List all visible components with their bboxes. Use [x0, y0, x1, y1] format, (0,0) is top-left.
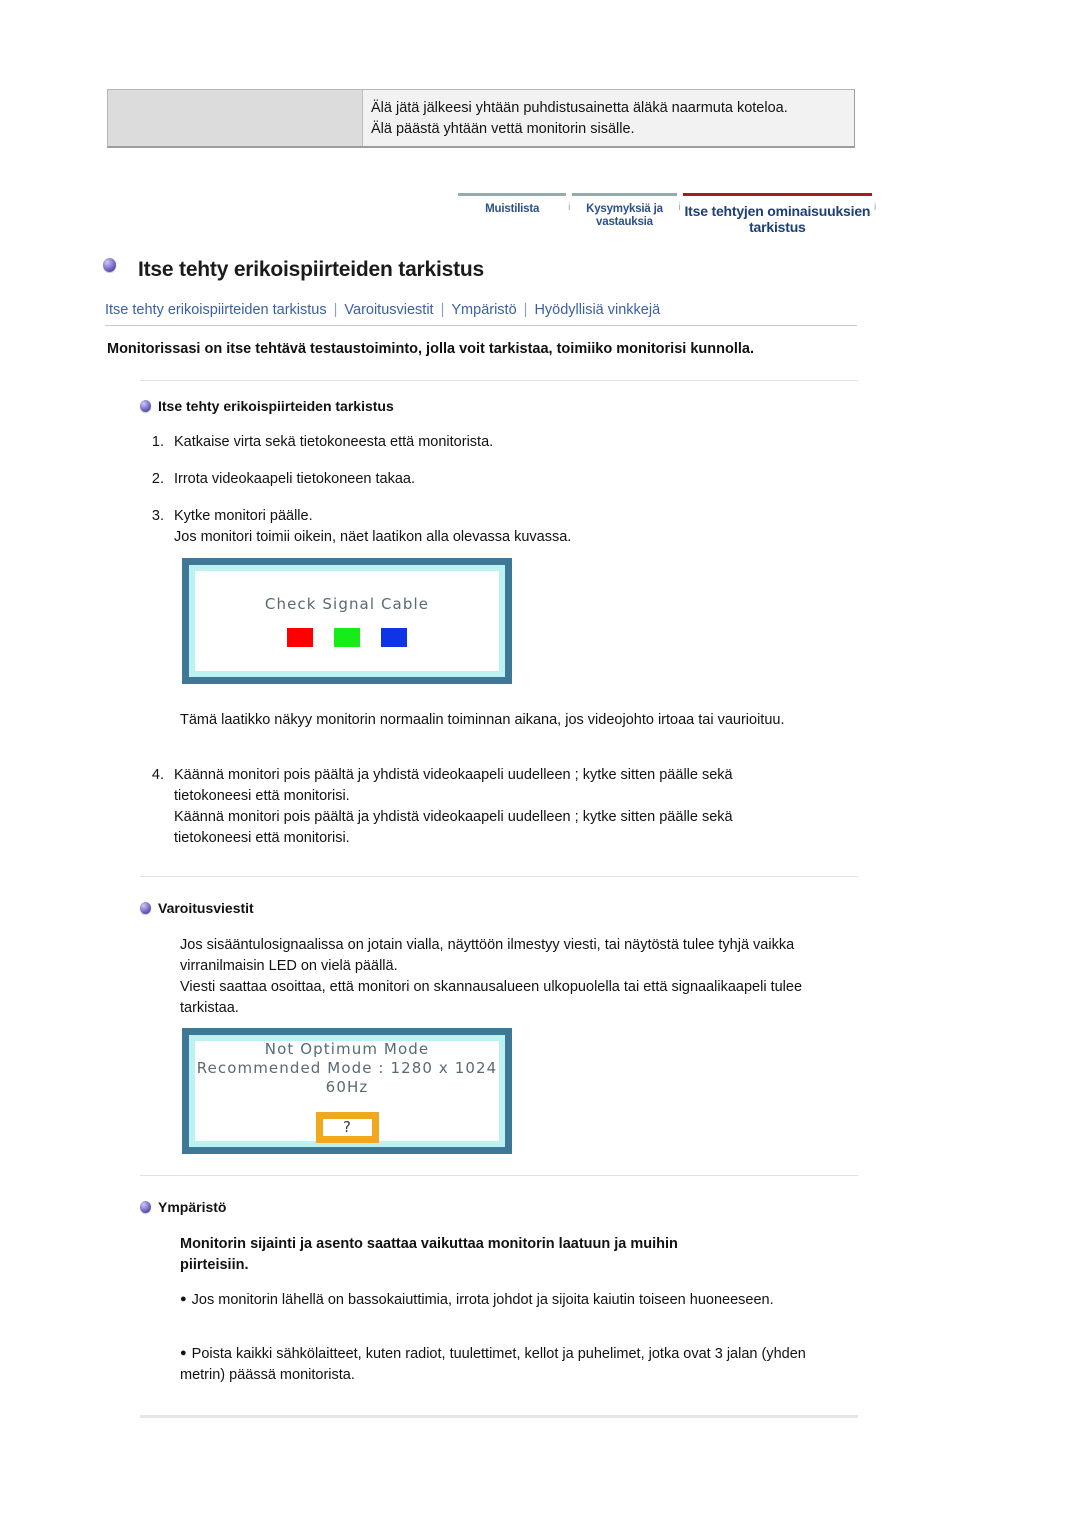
caution-text-line-2: Älä päästä yhtään vettä monitorin sisäll…	[371, 121, 635, 137]
warning-messages-paragraph-1: Jos sisääntulosignaalissa on jotain vial…	[180, 937, 795, 974]
tab-kysymyksia-ja-vastauksia[interactable]: Kysymyksiä ja vastauksia	[572, 193, 677, 229]
purple-sphere-icon	[140, 400, 151, 412]
lead-paragraph: Monitorissasi on itse tehtävä testaustoi…	[107, 341, 754, 357]
page-title: Itse tehty erikoispiirteiden tarkistus	[138, 258, 485, 281]
subnav-link-environment[interactable]: Ympäristö	[451, 302, 516, 318]
list-item-text-line-1: Kytke monitori päälle.	[174, 508, 313, 524]
environment-intro: Monitorin sijainti ja asento saattaa vai…	[180, 1236, 678, 1273]
osd-screen: Not Optimum Mode Recommended Mode : 1280…	[189, 1035, 505, 1147]
list-item-text-line-1: Käännä monitori pois päältä ja yhdistä v…	[174, 767, 733, 804]
caution-table-left-cell	[108, 90, 363, 146]
environment-bullet-1: ● Jos monitorin lähellä on bassokaiuttimi…	[180, 1289, 800, 1311]
self-test-steps-list: 1. Katkaise virta sekä tietokoneesta ett…	[148, 432, 860, 564]
list-item-text: Katkaise virta sekä tietokoneesta että m…	[174, 434, 494, 450]
blue-swatch	[381, 628, 407, 647]
osd-line-1: Not Optimum Mode	[264, 1039, 430, 1058]
tab-muistilista[interactable]: Muistilista	[458, 193, 567, 216]
subnav-link-warning-messages[interactable]: Varoitusviestit	[344, 302, 433, 318]
list-item: 1. Katkaise virta sekä tietokoneesta ett…	[148, 432, 860, 453]
environment-bullet-2-text: Poista kaikki sähkölaitteet, kuten radio…	[180, 1346, 806, 1383]
environment-bullet-2: ● Poista kaikki sähkölaitteet, kuten radi…	[180, 1343, 808, 1386]
osd-line-2: Recommended Mode : 1280 x 1024 60Hz	[196, 1058, 498, 1096]
purple-sphere-icon	[103, 258, 116, 272]
caution-table: Älä jätä jälkeesi yhtään puhdistusainett…	[107, 89, 855, 148]
divider-before-environment	[140, 1175, 858, 1176]
section-heading-self-test: Itse tehty erikoispiirteiden tarkistus	[140, 398, 394, 414]
caution-table-right-cell: Älä jätä jälkeesi yhtään puhdistusainett…	[363, 90, 854, 146]
purple-sphere-icon	[140, 902, 151, 914]
bullet-dot-icon: ●	[180, 1347, 187, 1359]
green-swatch	[334, 628, 360, 647]
subnav-separator-3: |	[523, 302, 528, 318]
section-heading-environment: Ympäristö	[140, 1199, 226, 1215]
section-heading-label: Varoitusviestit	[158, 900, 254, 916]
section-heading-label: Itse tehty erikoispiirteiden tarkistus	[158, 398, 394, 414]
self-test-note: Tämä laatikko näkyy monitorin normaalin …	[180, 712, 785, 728]
divider-before-warning-messages	[140, 876, 858, 877]
subnav-separator-2: |	[440, 302, 445, 318]
self-test-step-4: 4. Käännä monitori pois päältä ja yhdist…	[148, 765, 860, 865]
subnav-link-useful-tips[interactable]: Hyödyllisiä vinkkejä	[534, 302, 660, 318]
list-item: 3. Kytke monitori päälle. Jos monitori t…	[148, 506, 860, 548]
question-mark-box: ?	[315, 1111, 379, 1143]
list-item: 2. Irrota videokaapeli tietokoneen takaa…	[148, 469, 860, 490]
list-item-number: 4.	[151, 767, 164, 783]
list-item-number: 2.	[151, 471, 164, 487]
osd-not-optimum-mode: Not Optimum Mode Recommended Mode : 1280…	[182, 1028, 512, 1154]
divider-top	[140, 380, 858, 381]
osd-check-signal-cable: Check Signal Cable	[182, 558, 512, 684]
list-item: 4. Käännä monitori pois päältä ja yhdist…	[148, 765, 860, 849]
page-title-row: Itse tehty erikoispiirteiden tarkistus	[103, 258, 484, 282]
osd-screen: Check Signal Cable	[189, 565, 505, 677]
osd-title-check-signal-cable: Check Signal Cable	[264, 595, 430, 613]
list-item-text-line-2: Jos monitori toimii oikein, näet laatiko…	[174, 529, 572, 545]
red-swatch	[287, 628, 313, 647]
list-item-text: Käännä monitori pois päältä ja yhdistä v…	[174, 765, 860, 849]
bullet-dot-icon: ●	[180, 1293, 187, 1305]
tab-separator-3: i	[873, 202, 877, 213]
purple-sphere-icon	[140, 1201, 151, 1213]
list-item-number: 1.	[151, 434, 164, 450]
subnav: Itse tehty erikoispiirteiden tarkistus | V…	[105, 302, 857, 326]
environment-bullet-1-text: Jos monitorin lähellä on bassokaiuttimia…	[191, 1292, 774, 1308]
rgb-swatch-row	[287, 628, 407, 647]
list-item-text: Kytke monitori päälle. Jos monitori toim…	[174, 506, 860, 548]
osd-title-not-optimum-mode: Not Optimum Mode Recommended Mode : 1280…	[195, 1040, 499, 1097]
list-item-text-line-2: Käännä monitori pois päältä ja yhdistä v…	[174, 809, 733, 846]
tab-itse-tehtyjen-ominaisuuksien-tarkistus[interactable]: Itse tehtyjen ominaisuuksien tarkistus	[682, 193, 873, 235]
section-heading-label: Ympäristö	[158, 1199, 227, 1215]
list-item-text: Irrota videokaapeli tietokoneen takaa.	[174, 471, 416, 487]
subnav-link-self-test[interactable]: Itse tehty erikoispiirteiden tarkistus	[105, 302, 327, 318]
subnav-separator-1: |	[333, 302, 338, 318]
divider-bottom	[140, 1415, 858, 1418]
tab-bar: Muistilista i Kysymyksiä ja vastauksia i…	[458, 193, 878, 241]
caution-text-line-1: Älä jätä jälkeesi yhtään puhdistusainett…	[371, 100, 788, 116]
warning-messages-paragraph-2: Viesti saattaa osoittaa, että monitori o…	[180, 979, 803, 1016]
list-item-number: 3.	[151, 508, 164, 524]
section-heading-warning-messages: Varoitusviestit	[140, 900, 254, 916]
